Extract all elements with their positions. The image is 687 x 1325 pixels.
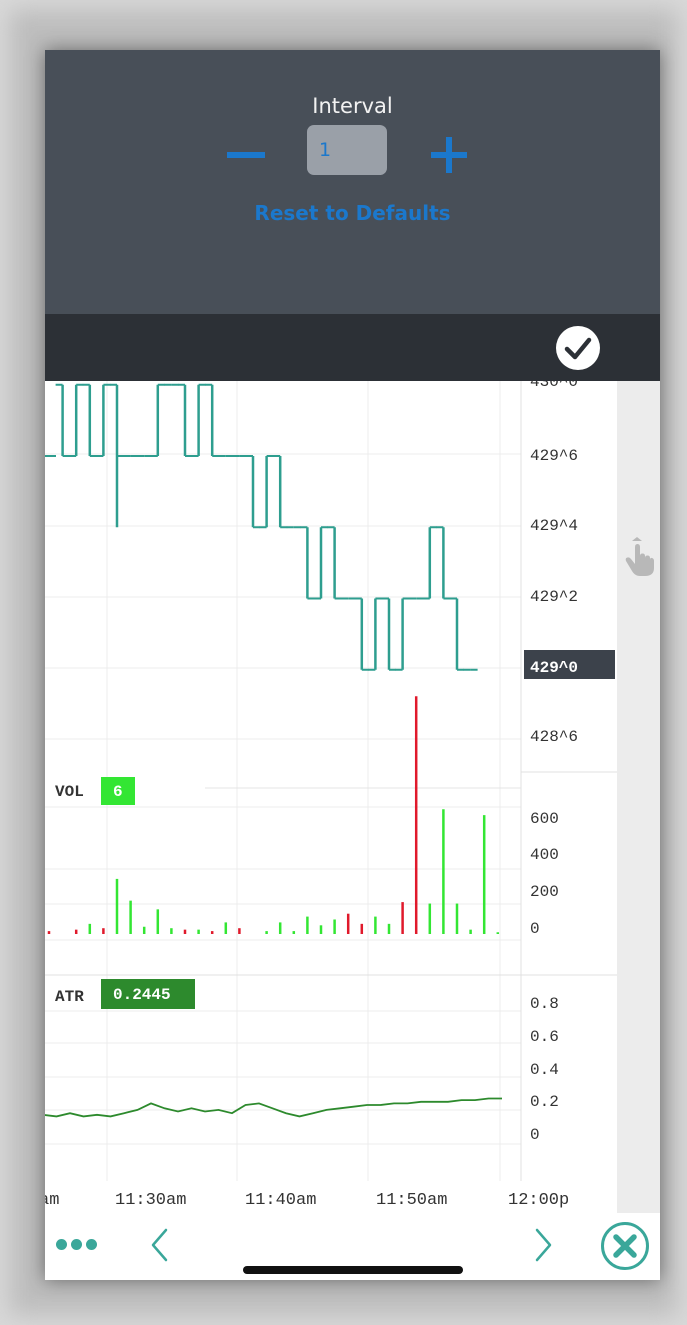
volume-axis-label: 200 <box>530 883 559 901</box>
current-price-label: 429^0 <box>530 659 578 677</box>
atr-value: 0.2445 <box>113 986 171 1004</box>
volume-axis-label: 400 <box>530 846 559 864</box>
reset-defaults-button[interactable]: Reset to Defaults <box>45 201 660 225</box>
phone-screen: Interval Reset to Defaults 430^0 429^6 429… <box>45 50 660 1280</box>
volume-label: VOL <box>55 783 84 801</box>
atr-axis-label: 0 <box>530 1126 540 1144</box>
chevron-right-icon[interactable] <box>528 1227 558 1263</box>
time-axis-label: 11:50am <box>376 1191 447 1210</box>
atr-axis-label: 0.6 <box>530 1028 559 1046</box>
chevron-left-icon[interactable] <box>145 1227 175 1263</box>
confirm-bar <box>45 314 660 381</box>
price-axis-label: 428^6 <box>530 728 578 746</box>
volume-value: 6 <box>113 783 123 801</box>
atr-label: ATR <box>55 988 84 1006</box>
confirm-button[interactable] <box>556 326 600 370</box>
atr-axis-label: 0.4 <box>530 1061 559 1079</box>
price-axis-label: 429^6 <box>530 447 578 465</box>
interval-input[interactable] <box>307 125 387 175</box>
close-icon[interactable] <box>600 1221 650 1271</box>
time-axis-label: 12:00p <box>508 1191 569 1210</box>
home-indicator <box>243 1266 463 1274</box>
time-axis-label: 11:30am <box>115 1191 186 1210</box>
checkmark-icon <box>564 337 592 360</box>
time-axis-label: am <box>45 1191 59 1210</box>
atr-axis-label: 0.8 <box>530 995 559 1013</box>
bottom-toolbar <box>45 1213 660 1280</box>
interval-label: Interval <box>312 94 393 118</box>
chart-area[interactable]: 430^0 429^6 429^4 429^2 429^0 428^6 VOL 6 600 400… <box>45 381 660 1213</box>
time-axis-label: 11:40am <box>245 1191 316 1210</box>
increase-interval-button[interactable] <box>431 137 467 173</box>
atr-axis-label: 0.2 <box>530 1093 559 1111</box>
price-axis-label: 429^4 <box>530 517 578 535</box>
price-axis-label: 430^0 <box>530 381 578 391</box>
settings-panel: Interval Reset to Defaults <box>45 50 660 314</box>
price-axis-label: 429^2 <box>530 588 578 606</box>
volume-axis-label: 0 <box>530 920 540 938</box>
trading-chart[interactable]: 430^0 429^6 429^4 429^2 429^0 428^6 VOL 6 600 400… <box>45 381 660 1213</box>
more-dots-icon[interactable] <box>56 1237 102 1251</box>
decrease-interval-button[interactable] <box>227 152 265 158</box>
atr-line <box>45 1097 502 1118</box>
volume-axis-label: 600 <box>530 810 559 828</box>
